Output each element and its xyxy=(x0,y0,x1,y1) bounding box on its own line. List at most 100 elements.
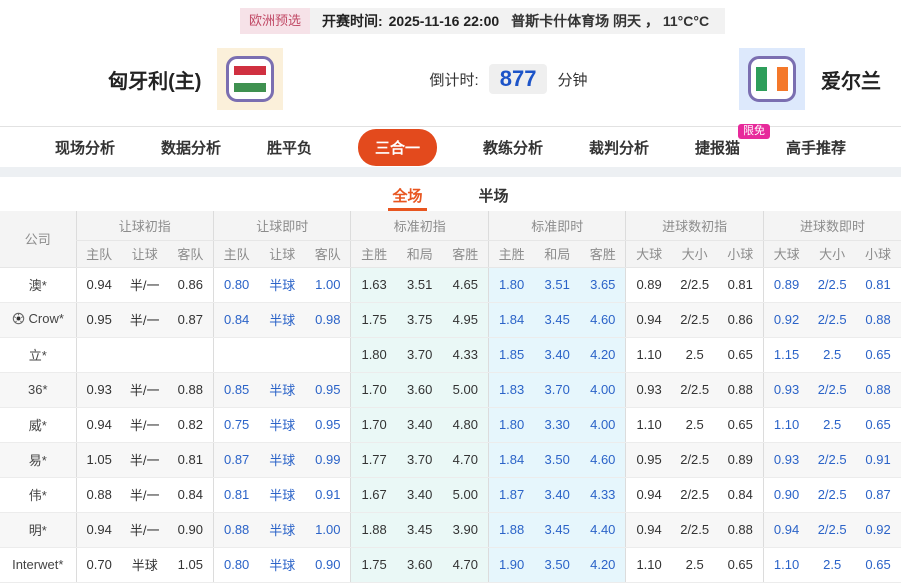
standard-live-win-cell: 1.85 xyxy=(487,337,535,373)
tab-half-match[interactable]: 半场 xyxy=(475,185,513,211)
kickoff-time: 2025-11-16 22:00 xyxy=(388,13,500,29)
handicap-live-line-cell: 半球 xyxy=(259,442,306,478)
table-row: Interwet* 0.70 半球 1.05 0.80 半球 0.90 1.75 3.60 4.7… xyxy=(0,547,901,583)
company-cell: 36* xyxy=(0,372,76,408)
handicap-live-away-cell: 1.00 xyxy=(305,512,351,548)
standard-initial-win-cell: 1.77 xyxy=(350,442,397,478)
company-name: Interwet* xyxy=(12,557,64,572)
goals-initial-line-cell: 2/2.5 xyxy=(671,442,718,478)
company-name: 伟* xyxy=(28,488,47,503)
handicap-live-away-cell: 0.91 xyxy=(305,477,351,513)
handicap-initial-line-cell: 半/一 xyxy=(121,477,168,513)
handicap-live-away-cell: 0.98 xyxy=(305,302,351,338)
standard-live-lose-cell: 4.00 xyxy=(580,407,626,443)
handicap-initial-line-cell: 半/一 xyxy=(121,407,168,443)
standard-initial-lose-cell: 5.00 xyxy=(442,477,489,513)
goals-live-line-cell: 2/2.5 xyxy=(809,302,856,338)
standard-live-win-cell: 1.90 xyxy=(487,547,535,583)
handicap-initial-home-cell: 0.95 xyxy=(75,302,122,338)
countdown-label: 倒计时: xyxy=(429,71,479,89)
handicap-live-home-cell xyxy=(212,337,260,373)
handicap-initial-away-cell: 0.90 xyxy=(167,512,214,548)
match-info-strip: 欧洲预选 开赛时间: 2025-11-16 22:00 普斯卡什体育场 阴天 ，… xyxy=(239,8,726,34)
standard-live-lose-cell: 4.40 xyxy=(580,512,626,548)
column-header: 大小 xyxy=(809,240,856,268)
kickoff-label: 开赛时间: xyxy=(321,13,383,29)
nav-item-live-analysis[interactable]: 现场分析 xyxy=(55,137,115,158)
topbar: 欧洲预选 开赛时间: 2025-11-16 22:00 普斯卡什体育场 阴天 ，… xyxy=(0,0,901,34)
goals-initial-over-cell: 0.89 xyxy=(625,267,672,303)
standard-live-draw-cell: 3.70 xyxy=(534,372,581,408)
company-cell: 澳* xyxy=(0,267,76,303)
ireland-flag xyxy=(748,56,796,102)
page: 欧洲预选 开赛时间: 2025-11-16 22:00 普斯卡什体育场 阴天 ，… xyxy=(0,0,901,586)
goals-initial-over-cell: 1.10 xyxy=(625,407,672,443)
goals-live-over-cell: 0.92 xyxy=(762,302,810,338)
handicap-live-away-cell xyxy=(305,337,351,373)
goals-initial-over-cell: 1.10 xyxy=(625,547,672,583)
company-name: Crow* xyxy=(28,311,64,326)
goals-initial-under-cell: 0.88 xyxy=(717,512,764,548)
standard-live-draw-cell: 3.40 xyxy=(534,477,581,513)
handicap-initial-line-cell xyxy=(121,337,168,373)
goals-initial-line-cell: 2.5 xyxy=(671,547,718,583)
nav-item-referee-analysis[interactable]: 裁判分析 xyxy=(589,137,649,158)
standard-live-lose-cell: 4.33 xyxy=(580,477,626,513)
company-name: 易* xyxy=(28,453,47,468)
standard-live-lose-cell: 4.60 xyxy=(580,302,626,338)
standard-initial-lose-cell: 4.95 xyxy=(442,302,489,338)
table-row: 易* 1.05 半/一 0.81 0.87 半球 0.99 1.77 3.70 4.70 1.84 3… xyxy=(0,442,901,478)
nav-item-jiebao-cat[interactable]: 捷报猫 限免 xyxy=(695,123,771,158)
nav-item-expert-picks[interactable]: 高手推荐 xyxy=(786,137,846,158)
nav-item-win-draw-loss[interactable]: 胜平负 xyxy=(267,137,312,158)
column-header: 让球 xyxy=(259,240,306,268)
hungary-flag-icon xyxy=(217,48,284,110)
league-badge: 欧洲预选 xyxy=(239,8,310,34)
standard-live-draw-cell: 3.50 xyxy=(534,442,581,478)
goals-initial-under-cell: 0.86 xyxy=(717,302,764,338)
table-row: 伟* 0.88 半/一 0.84 0.81 半球 0.91 1.67 3.40 5.00 1.87 3… xyxy=(0,477,901,513)
group-header-goals-initial: 进球数初指 xyxy=(625,211,764,241)
home-team-name: 匈牙利(主) xyxy=(108,70,202,93)
handicap-initial-home-cell: 0.70 xyxy=(75,547,122,583)
standard-initial-draw-cell: 3.45 xyxy=(396,512,443,548)
standard-live-draw-cell: 3.51 xyxy=(534,267,581,303)
handicap-live-line-cell: 半球 xyxy=(259,477,306,513)
handicap-live-home-cell: 0.84 xyxy=(212,302,260,338)
goals-live-under-cell: 0.92 xyxy=(855,512,901,548)
column-header: 大小 xyxy=(671,240,718,268)
standard-initial-win-cell: 1.80 xyxy=(350,337,397,373)
countdown: 倒计时: 877 分钟 xyxy=(429,64,587,94)
nav-item-data-analysis[interactable]: 数据分析 xyxy=(161,137,221,158)
column-header: 主队 xyxy=(212,240,260,268)
nav-item-three-in-one[interactable]: 三合一 xyxy=(357,128,437,166)
goals-live-under-cell: 0.87 xyxy=(855,477,901,513)
standard-initial-win-cell: 1.70 xyxy=(350,407,397,443)
standard-live-win-cell: 1.87 xyxy=(487,477,535,513)
standard-initial-win-cell: 1.70 xyxy=(350,372,397,408)
column-header: 和局 xyxy=(396,240,443,268)
handicap-live-away-cell: 0.95 xyxy=(305,407,351,443)
handicap-initial-line-cell: 半/一 xyxy=(121,302,168,338)
goals-initial-line-cell: 2/2.5 xyxy=(671,267,718,303)
handicap-live-home-cell: 0.75 xyxy=(212,407,260,443)
goals-live-under-cell: 0.88 xyxy=(855,302,901,338)
company-name: 立* xyxy=(28,348,47,363)
handicap-initial-away-cell: 1.05 xyxy=(167,547,214,583)
goals-live-over-cell: 0.94 xyxy=(762,512,810,548)
standard-initial-win-cell: 1.67 xyxy=(350,477,397,513)
company-name: 36* xyxy=(27,382,48,397)
handicap-initial-away-cell xyxy=(167,337,214,373)
goals-live-under-cell: 0.65 xyxy=(855,337,901,373)
nav-item-coach-analysis[interactable]: 教练分析 xyxy=(483,137,543,158)
standard-live-lose-cell: 4.20 xyxy=(580,547,626,583)
jiebao-cat-label: 捷报猫 xyxy=(695,139,741,157)
company-cell: 立* xyxy=(0,337,76,373)
goals-initial-under-cell: 0.65 xyxy=(717,337,764,373)
tab-full-match[interactable]: 全场 xyxy=(388,185,427,211)
standard-initial-draw-cell: 3.70 xyxy=(396,337,443,373)
column-header: 小球 xyxy=(855,240,901,268)
handicap-live-home-cell: 0.88 xyxy=(212,512,260,548)
goals-live-under-cell: 0.65 xyxy=(855,547,901,583)
period-tabs: 全场 半场 xyxy=(0,177,901,211)
